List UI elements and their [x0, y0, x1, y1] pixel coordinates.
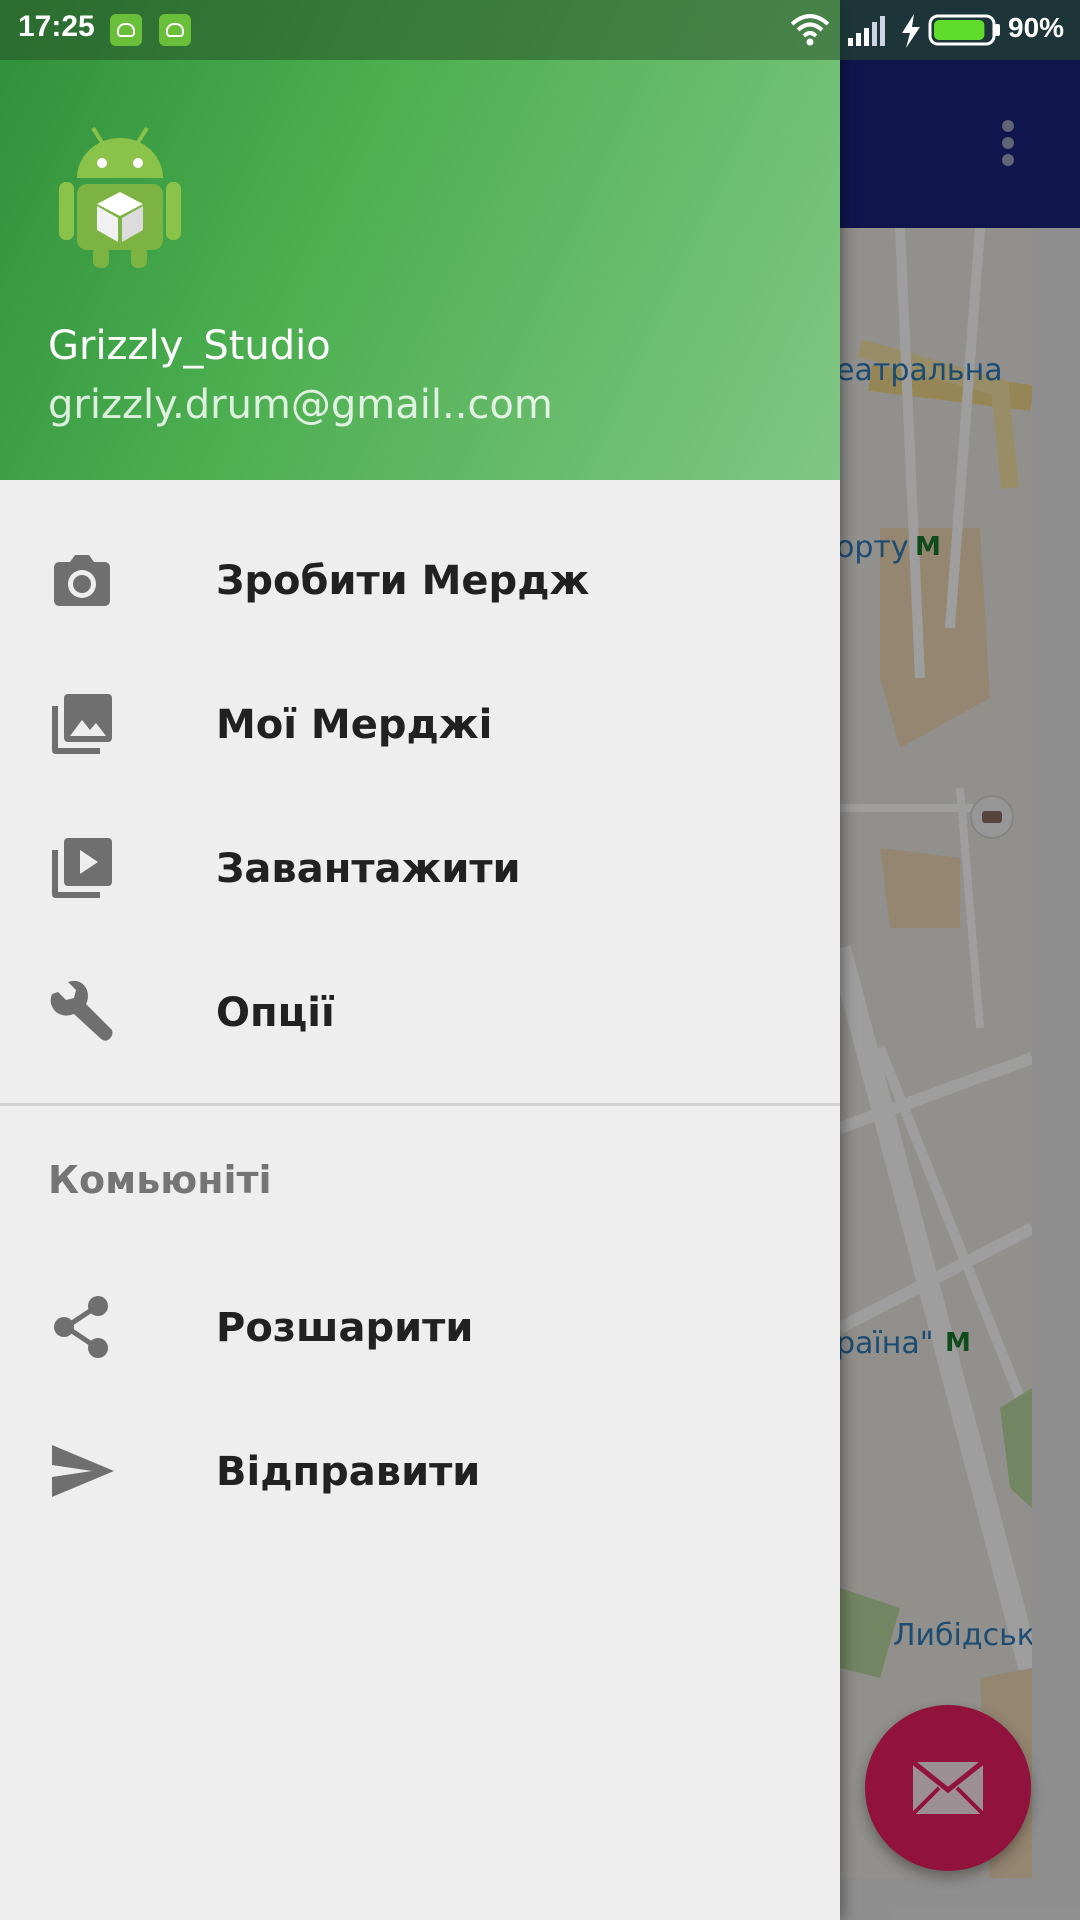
- menu-item-label: Відправити: [216, 1449, 481, 1495]
- android-notification-icon: [159, 14, 191, 46]
- camera-icon: [54, 555, 110, 606]
- menu-item-label: Опції: [216, 990, 335, 1036]
- menu-divider: [0, 1103, 840, 1106]
- android-notification-icon: [110, 14, 142, 46]
- battery-percent: 90%: [1008, 12, 1065, 43]
- menu-item-options[interactable]: Опції: [0, 938, 840, 1082]
- charging-icon: [902, 14, 920, 48]
- menu-item-make-merge[interactable]: Зробити Мердж: [0, 506, 840, 650]
- video-library-icon: [52, 838, 112, 898]
- user-name: Grizzly_Studio: [48, 323, 331, 369]
- navigation-drawer: Grizzly_Studio grizzly.drum@gmail..com З…: [0, 0, 840, 1920]
- menu-item-label: Зробити Мердж: [216, 558, 590, 604]
- signal-icon: [848, 16, 885, 46]
- status-bar: 17:25 90%: [0, 0, 1080, 60]
- menu-item-label: Завантажити: [216, 846, 521, 892]
- wrench-icon: [50, 980, 113, 1041]
- user-email: grizzly.drum@gmail..com: [48, 382, 553, 428]
- menu-item-label: Мої Мерджі: [216, 702, 493, 748]
- menu-item-share[interactable]: Розшарити: [0, 1253, 840, 1397]
- share-icon: [54, 1296, 108, 1358]
- battery-icon: [928, 14, 1000, 46]
- android-robot-cube-icon[interactable]: [55, 120, 185, 270]
- menu-item-upload[interactable]: Завантажити: [0, 794, 840, 938]
- menu-item-my-merges[interactable]: Мої Мерджі: [0, 650, 840, 794]
- drawer-header: Grizzly_Studio grizzly.drum@gmail..com: [0, 0, 840, 480]
- send-icon: [52, 1445, 114, 1497]
- status-time: 17:25: [18, 10, 95, 43]
- menu-item-label: Розшарити: [216, 1305, 474, 1351]
- section-title-community: Комьюніті: [48, 1158, 272, 1202]
- photo-library-icon: [52, 694, 112, 754]
- menu-item-send[interactable]: Відправити: [0, 1397, 840, 1541]
- wifi-icon: [790, 14, 830, 46]
